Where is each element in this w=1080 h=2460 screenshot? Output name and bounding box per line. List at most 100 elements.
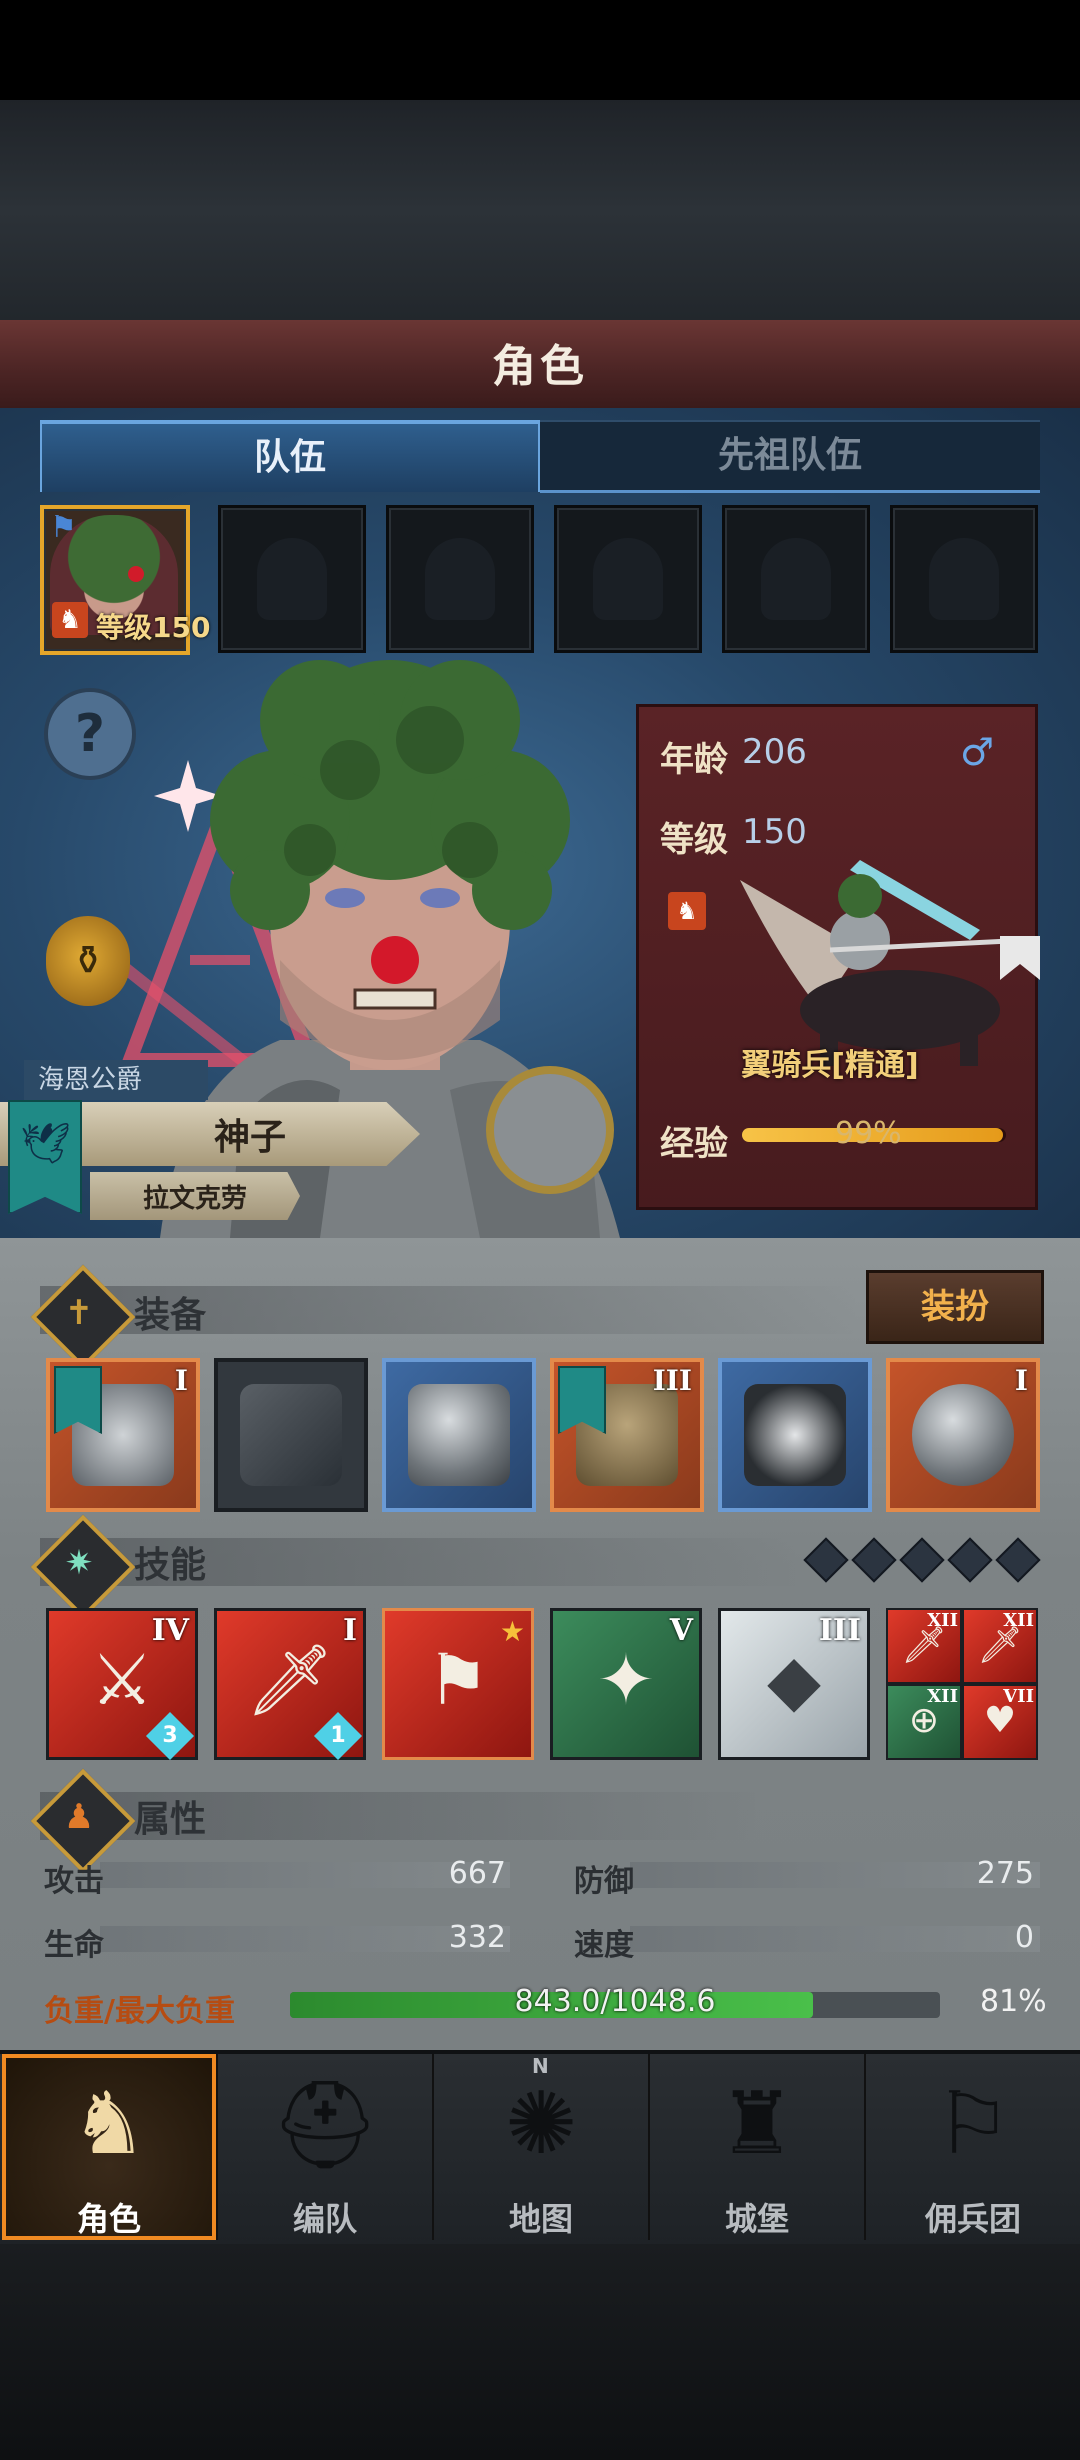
leader-flag-icon: ⚑	[50, 510, 77, 545]
life-label: 生命	[44, 1928, 104, 1963]
page-title: 角色	[492, 341, 588, 392]
skills-title: 技能	[134, 1545, 207, 1586]
person-icon: ♟	[63, 1797, 95, 1837]
skill-charge[interactable]: ⚔ IV 3	[46, 1608, 198, 1761]
nav-label: 佣兵团	[924, 2200, 1021, 2238]
lance-icon	[240, 1384, 342, 1486]
tab-ancestor-team[interactable]: 先祖队伍	[540, 420, 1040, 493]
compass-north-label: N	[532, 2054, 549, 2078]
knight-icon: ♞	[70, 2074, 148, 2174]
star-icon: ★	[499, 1615, 525, 1648]
skill-banner[interactable]: ⚑ ★	[382, 1608, 534, 1760]
skill-crystal-guard[interactable]: ◆ III	[718, 1608, 870, 1760]
castle-icon: ♜	[718, 2074, 796, 2174]
horn-icon	[912, 1384, 1014, 1486]
empty-helmet-icon	[929, 538, 999, 620]
equip-slot-accessory[interactable]: I	[886, 1358, 1040, 1512]
empty-helmet-icon	[593, 538, 663, 620]
nav-character[interactable]: ♞ 角色	[2, 2054, 218, 2240]
equip-tier: III	[652, 1364, 692, 1397]
mini-skill-heart[interactable]: ♥ VII	[962, 1684, 1038, 1760]
equip-tier: I	[174, 1364, 188, 1397]
defense-value: 275	[976, 1856, 1034, 1891]
skill-tier: IV	[151, 1613, 189, 1648]
party-slot-5[interactable]	[722, 505, 870, 653]
hero-house-name: 拉文克劳	[142, 1184, 247, 1214]
header-backdrop	[0, 100, 1080, 320]
equip-slot-armor[interactable]: III	[550, 1358, 704, 1512]
mini-skill-sword-1[interactable]: 🗡 XII	[886, 1608, 962, 1684]
nav-castle[interactable]: ♜ 城堡	[650, 2054, 866, 2240]
winged-hussar-art	[740, 860, 1040, 1066]
bottom-bar	[0, 2244, 1080, 2460]
house-title: 海恩公爵	[24, 1060, 208, 1100]
life-value: 332	[448, 1920, 506, 1955]
mini-skill-sword-2[interactable]: 🗡 XII	[962, 1608, 1038, 1684]
equip-slot-boots[interactable]	[718, 1358, 872, 1512]
equip-tier: I	[1014, 1364, 1028, 1397]
lance-charge-icon: ⚔	[90, 1639, 154, 1721]
attack-label: 攻击	[44, 1864, 104, 1899]
nav-map[interactable]: ✺ 地图	[434, 2054, 650, 2240]
empty-helmet-icon	[761, 538, 831, 620]
compass-icon: ✺	[504, 2074, 578, 2174]
potion-button[interactable]: ⚱	[46, 916, 130, 1006]
defense-label: 防御	[574, 1864, 634, 1899]
empty-helmet-icon	[425, 538, 495, 620]
equip-slot-offhand[interactable]	[214, 1358, 368, 1512]
party-slot-4[interactable]	[554, 505, 702, 653]
skill-crystal-burst[interactable]: ✦ V	[550, 1608, 702, 1760]
star-burst-icon: ✷	[64, 1543, 94, 1583]
banner-flag-icon: ⚑	[426, 1639, 490, 1721]
skill-tier: XII	[927, 1686, 958, 1707]
speed-value: 0	[1014, 1920, 1034, 1955]
load-value: 843.0/1048.6	[514, 1984, 716, 2019]
equipment-title: 装备	[134, 1295, 207, 1336]
greaves-icon	[744, 1384, 846, 1486]
nav-label: 地图	[508, 2200, 573, 2238]
helmet-icon: ⛑	[270, 2075, 380, 2175]
party-slot-6[interactable]	[890, 505, 1038, 653]
load-label: 负重/最大负重	[44, 1994, 235, 2029]
bird-crest-icon: 🕊	[20, 1121, 71, 1167]
cross-icon: ✝	[64, 1293, 94, 1333]
crystal-burst-icon: ✦	[596, 1639, 656, 1721]
sword-plus-icon: 🗡	[245, 1639, 335, 1721]
exp-label: 经验	[660, 1124, 728, 1164]
exp-value: 99%	[835, 1116, 902, 1151]
skill-tier: VII	[1003, 1686, 1034, 1707]
skill-stack-badge: 1	[313, 1711, 363, 1761]
party-slot-3[interactable]	[386, 505, 534, 653]
nav-formation[interactable]: ⛑ 编队	[218, 2054, 434, 2240]
nav-label: 角色	[76, 2200, 141, 2238]
banner-icon: ⚐	[934, 2074, 1012, 2174]
attributes-title: 属性	[134, 1799, 207, 1840]
skill-tier: I	[342, 1613, 357, 1648]
skill-sword-boost[interactable]: 🗡 I 1	[214, 1608, 366, 1761]
crystal-shield-icon: ◆	[767, 1639, 821, 1721]
top-bar	[0, 0, 1080, 100]
helmet-icon	[408, 1384, 510, 1486]
load-percent: 81%	[980, 1984, 1047, 2019]
speed-label: 速度	[574, 1928, 634, 1963]
clown-nose	[128, 566, 144, 582]
nav-label: 编队	[292, 2200, 357, 2238]
age-value: 206	[742, 732, 807, 772]
skill-tier: V	[669, 1613, 693, 1648]
equip-slot-helmet[interactable]	[382, 1358, 536, 1512]
equip-slot-weapon[interactable]: I	[46, 1358, 200, 1512]
class-badge-icon: ♞	[52, 602, 88, 638]
dress-up-button[interactable]: 装扮	[866, 1270, 1044, 1344]
mini-skill-target[interactable]: ⊕ XII	[886, 1684, 962, 1760]
unit-class-name: 翼骑兵[精通]	[741, 1048, 919, 1083]
empty-helmet-icon	[257, 538, 327, 620]
age-label: 年龄	[660, 740, 728, 780]
attack-value: 667	[448, 1856, 506, 1891]
party-slot-2[interactable]	[218, 505, 366, 653]
nav-mercenary[interactable]: ⚐ 佣兵团	[866, 2054, 1080, 2240]
slot-level: 等级150	[96, 611, 211, 644]
hero-name[interactable]: 神子	[150, 1108, 350, 1160]
skill-tier: XII	[927, 1610, 958, 1631]
tab-team[interactable]: 队伍	[40, 420, 540, 492]
skill-tier: XII	[1003, 1610, 1034, 1631]
